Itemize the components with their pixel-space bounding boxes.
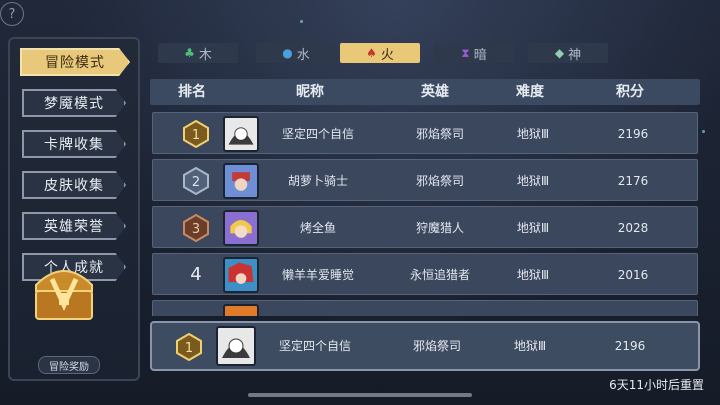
difficulty: 地狱Ⅲ <box>513 339 547 353</box>
treasure-chest-icon[interactable] <box>30 255 98 325</box>
gold-medal-icon: 1 <box>176 333 202 361</box>
mode-sidebar <box>8 37 140 381</box>
table-row[interactable] <box>152 300 698 316</box>
difficulty: 地狱Ⅲ <box>516 221 550 235</box>
svg-text:2: 2 <box>192 175 200 190</box>
reset-countdown: 6天11小时后重置 <box>609 378 704 392</box>
crystal-icon: ◆ <box>554 46 565 60</box>
hero-name: 永恒追猎者 <box>409 268 470 282</box>
avatar <box>223 304 259 316</box>
tab-water[interactable]: ● 水 <box>256 43 336 63</box>
nickname: 烤全鱼 <box>299 221 336 235</box>
star-decoration <box>702 130 705 133</box>
hero-name: 邪焰祭司 <box>412 339 461 353</box>
avatar <box>216 326 256 366</box>
sidebar-item-skin-collection[interactable]: 皮肤收集 <box>22 171 126 199</box>
score: 2196 <box>614 339 646 353</box>
bronze-medal-icon: 3 <box>183 214 209 242</box>
flame-icon: ♠ <box>366 46 377 60</box>
column-score: 积分 <box>616 84 644 100</box>
column-nickname: 昵称 <box>296 84 324 100</box>
tab-fire[interactable]: ♠ 火 <box>340 43 420 63</box>
svg-text:3: 3 <box>192 222 200 237</box>
score: 2176 <box>617 174 649 188</box>
nickname: 懒羊羊爱睡觉 <box>281 268 354 282</box>
avatar <box>223 116 259 152</box>
tab-wood[interactable]: ♣ 木 <box>158 43 238 63</box>
leaderboard-list[interactable]: 1 坚定四个自信 邪焰祭司 地狱Ⅲ 2196 2 胡萝卜骑士 邪焰祭司 地狱Ⅲ … <box>150 112 700 316</box>
table-row[interactable]: 4 懒羊羊爱睡觉 永恒追猎者 地狱Ⅲ 2016 <box>152 253 698 295</box>
difficulty: 地狱Ⅲ <box>516 174 550 188</box>
tab-label: 木 <box>198 47 212 63</box>
help-icon[interactable]: ? <box>0 2 24 26</box>
score: 2196 <box>617 127 649 141</box>
sidebar-item-nightmare[interactable]: 梦魇模式 <box>22 89 126 117</box>
element-tabs: ♣ 木 ● 水 ♠ 火 ⧗ 暗 ◆ 神 <box>158 43 638 63</box>
adventure-reward-label[interactable]: 冒险奖励 <box>38 356 100 374</box>
tab-label: 暗 <box>473 47 487 63</box>
star-decoration <box>300 20 303 23</box>
drop-icon: ● <box>282 46 293 60</box>
tab-divine[interactable]: ◆ 神 <box>528 43 608 63</box>
avatar <box>223 210 259 246</box>
hero-name: 邪焰祭司 <box>415 127 464 141</box>
avatar <box>223 163 259 199</box>
column-hero: 英雄 <box>421 84 449 100</box>
nickname: 坚定四个自信 <box>278 339 351 353</box>
table-row[interactable]: 3 烤全鱼 狩魔猎人 地狱Ⅲ 2028 <box>152 206 698 248</box>
rank-number: 4 <box>190 264 202 285</box>
column-rank: 排名 <box>178 84 206 100</box>
tab-label: 水 <box>296 47 310 63</box>
table-row[interactable]: 1 坚定四个自信 邪焰祭司 地狱Ⅲ 2196 <box>152 112 698 154</box>
leaderboard-header: 排名 昵称 英雄 难度 积分 <box>150 79 700 105</box>
sidebar-item-adventure[interactable]: 冒险模式 <box>20 48 130 76</box>
nickname: 坚定四个自信 <box>281 127 354 141</box>
tab-dark[interactable]: ⧗ 暗 <box>434 43 514 63</box>
nickname: 胡萝卜骑士 <box>287 174 348 188</box>
column-difficulty: 难度 <box>516 84 544 100</box>
my-ranking-row: 1 坚定四个自信 邪焰祭司 地狱Ⅲ 2196 <box>150 321 700 371</box>
avatar <box>223 257 259 293</box>
sidebar-item-card-collection[interactable]: 卡牌收集 <box>22 130 126 158</box>
difficulty: 地狱Ⅲ <box>516 127 550 141</box>
svg-text:1: 1 <box>192 128 200 143</box>
svg-text:1: 1 <box>185 341 193 356</box>
hourglass-icon: ⧗ <box>461 45 470 60</box>
score: 2016 <box>617 268 649 282</box>
home-indicator[interactable] <box>248 393 472 397</box>
table-row[interactable]: 2 胡萝卜骑士 邪焰祭司 地狱Ⅲ 2176 <box>152 159 698 201</box>
hero-name: 邪焰祭司 <box>415 174 464 188</box>
difficulty: 地狱Ⅲ <box>516 268 550 282</box>
silver-medal-icon: 2 <box>183 167 209 195</box>
tab-label: 神 <box>568 47 582 63</box>
tab-label: 火 <box>380 47 394 63</box>
score: 2028 <box>617 221 649 235</box>
hero-name: 狩魔猎人 <box>415 221 464 235</box>
sidebar-item-hero-honor[interactable]: 英雄荣誉 <box>22 212 126 240</box>
gold-medal-icon: 1 <box>183 120 209 148</box>
leaf-icon: ♣ <box>184 46 195 60</box>
